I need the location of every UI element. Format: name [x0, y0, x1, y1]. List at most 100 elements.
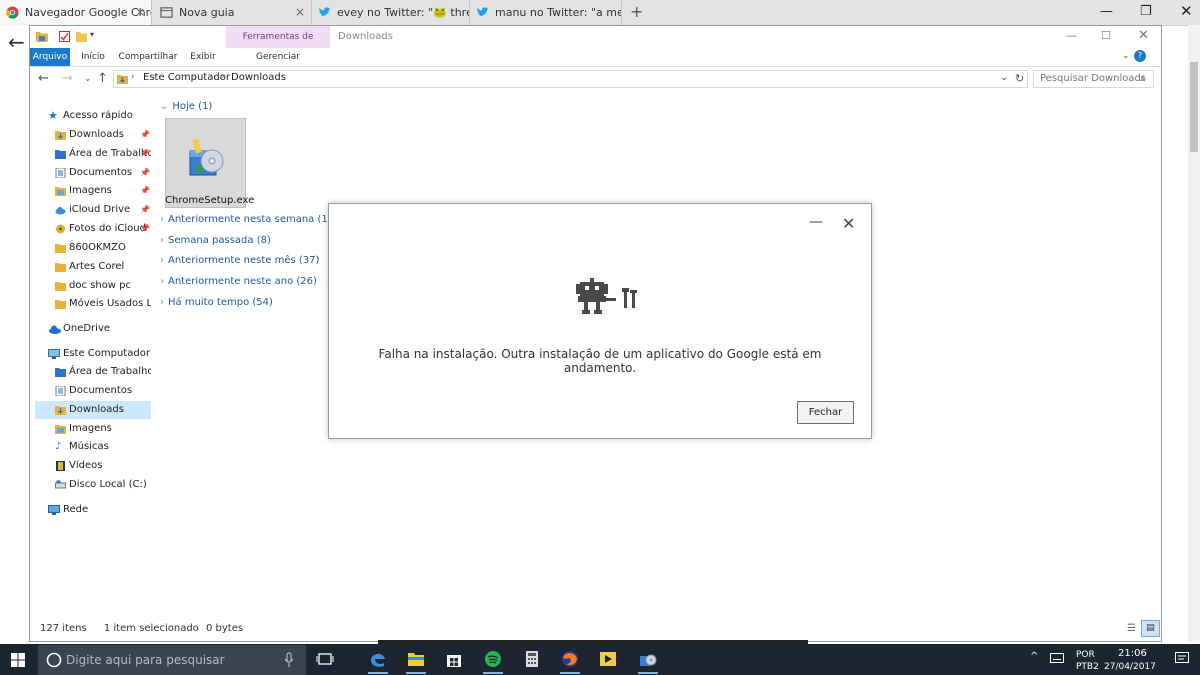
back-arrow-icon[interactable]: ← [8, 30, 25, 54]
nav-qa-doc-show-pc[interactable]: doc show pc [35, 277, 151, 295]
windows-start-icon[interactable] [11, 653, 25, 667]
group-neste-ano[interactable]: › Anteriormente neste ano (26) [160, 274, 317, 290]
group-muito-tempo[interactable]: › Há muito tempo (54) [160, 295, 273, 311]
calculator-icon[interactable] [523, 650, 541, 668]
breadcrumb-downloads[interactable]: Downloads [231, 72, 286, 83]
nav-pc-documentos[interactable]: Documentos [35, 382, 151, 400]
close-window-icon[interactable]: ✕ [1180, 2, 1193, 20]
download-folder-icon [117, 75, 128, 84]
nav-qa-documentos[interactable]: Documentos [35, 164, 151, 182]
file-name: ChromeSetup.exe [165, 195, 255, 206]
firefox-icon[interactable] [561, 650, 579, 668]
tab-arquivo[interactable]: Arquivo [30, 48, 70, 66]
explorer-back-icon[interactable]: ← [38, 71, 49, 86]
new-folder-icon[interactable] [76, 31, 87, 42]
properties-icon[interactable] [59, 31, 70, 42]
keyboard-layout[interactable]: PTB2 [1076, 662, 1099, 672]
tab-twitter-evey[interactable]: evey no Twitter: "🐸 thread: [312, 0, 470, 25]
pin-icon[interactable]: 📌 [140, 224, 150, 233]
tab-new-tab[interactable]: Nova guia × [154, 0, 312, 25]
large-icons-view-icon[interactable]: ▤ [1141, 620, 1160, 637]
photos-icon [56, 224, 65, 234]
group-neste-mes[interactable]: › Anteriormente neste mês (37) [160, 253, 319, 269]
nav-pc-imagens[interactable]: Imagens [35, 420, 151, 438]
nav-pc-downloads[interactable]: Downloads [35, 401, 151, 419]
nav-quick-access[interactable]: ★ Acesso rápido [35, 107, 151, 125]
minimize-icon[interactable]: — [1100, 4, 1113, 19]
nav-qa-moveis-usados[interactable]: Móveis Usados Laba [35, 295, 151, 313]
nav-pc-disco-local[interactable]: Disco Local (C:) [35, 476, 151, 494]
task-view-icon[interactable] [316, 650, 334, 668]
installer-icon[interactable] [639, 650, 657, 668]
media-player-icon[interactable] [599, 650, 617, 668]
pin-icon[interactable]: 📌 [140, 186, 150, 195]
explorer-maximize-icon[interactable]: ☐ [1101, 29, 1111, 42]
help-icon[interactable]: ? [1134, 50, 1146, 62]
nav-label: Imagens [69, 185, 112, 196]
group-nesta-semana[interactable]: › Anteriormente nesta semana (1) [160, 212, 332, 228]
scrollbar-thumb[interactable] [1190, 62, 1198, 152]
clock-time[interactable]: 21:06 [1118, 648, 1147, 659]
refresh-icon[interactable]: ↻ [1015, 72, 1024, 85]
address-dropdown-icon[interactable]: ⌄ [1000, 72, 1008, 83]
nav-pc-area-de-trabalho[interactable]: Área de Trabalho [35, 363, 151, 381]
tab-gerenciar[interactable]: Gerenciar [226, 48, 330, 66]
microphone-icon[interactable] [284, 652, 294, 668]
explorer-forward-icon[interactable]: → [62, 71, 73, 86]
store-icon[interactable] [445, 650, 463, 668]
pin-icon[interactable]: 📌 [140, 149, 150, 158]
nav-qa-fotos-icloud[interactable]: Fotos do iCloud [35, 220, 151, 238]
tab-inicio[interactable]: Início [74, 48, 112, 66]
pin-icon[interactable]: 📌 [140, 168, 150, 177]
up-level-icon[interactable]: ↑ [97, 71, 108, 86]
restore-icon[interactable]: ❐ [1140, 4, 1152, 19]
spotify-icon[interactable] [484, 650, 502, 668]
tab-title: manu no Twitter: "a meu de [495, 6, 621, 19]
nav-qa-artes-corel[interactable]: Artes Corel [35, 258, 151, 276]
close-tab-icon[interactable]: × [135, 5, 145, 19]
application-tools-context-tab[interactable]: Ferramentas de Aplicativo [226, 26, 330, 64]
nav-label: Acesso rápido [63, 110, 133, 121]
dialog-close-icon[interactable]: ✕ [842, 214, 855, 233]
explorer-close-icon[interactable]: ✕ [1138, 28, 1149, 43]
search-icon[interactable]: ⌕ [1140, 71, 1146, 87]
file-explorer-icon[interactable] [407, 650, 425, 668]
pin-icon[interactable]: 📌 [140, 205, 150, 214]
dialog-minimize-icon[interactable]: — [809, 214, 823, 230]
nav-este-computador[interactable]: Este Computador [35, 345, 151, 363]
nav-pc-videos[interactable]: Vídeos [35, 457, 151, 475]
nav-rede[interactable]: Rede [35, 501, 151, 519]
folder-icon[interactable] [36, 31, 48, 42]
nav-qa-imagens[interactable]: Imagens [35, 182, 151, 200]
search-input[interactable]: Pesquisar Downloads ⌕ [1033, 70, 1154, 88]
expand-ribbon-icon[interactable]: ⌄ [1122, 51, 1130, 61]
tab-compartilhar[interactable]: Compartilhar [118, 48, 178, 66]
recent-locations-icon[interactable]: ⌄ [84, 74, 92, 84]
pin-icon[interactable]: 📌 [140, 130, 150, 139]
tab-twitter-manu[interactable]: manu no Twitter: "a meu de [470, 0, 622, 25]
language-indicator[interactable]: POR [1076, 650, 1095, 660]
nav-qa-icloud-drive[interactable]: iCloud Drive [35, 201, 151, 219]
close-dialog-button[interactable]: Fechar [797, 401, 854, 424]
chevron-up-icon[interactable]: ^ [1030, 651, 1038, 662]
group-hoje[interactable]: ⌄ Hoje (1) [160, 99, 212, 115]
address-bar[interactable]: › Este Computador › Downloads ⌄ ↻ [113, 70, 1028, 88]
breadcrumb-este-computador[interactable]: Este Computador [143, 72, 230, 83]
nav-onedrive[interactable]: OneDrive [35, 320, 151, 338]
nav-pc-musicas[interactable]: ♪ Músicas [35, 438, 151, 456]
customize-toolbar-icon[interactable]: ▾ [90, 30, 94, 39]
nav-qa-area-de-trabalho[interactable]: Área de Trabalho [35, 145, 151, 163]
nav-qa-downloads[interactable]: Downloads [35, 126, 151, 144]
clock-date[interactable]: 27/04/2017 [1104, 662, 1156, 672]
nav-qa-860okmzo[interactable]: 860OKMZO [35, 239, 151, 257]
close-tab-icon[interactable]: × [295, 5, 305, 19]
tab-chrome-download[interactable]: Navegador Google Chro × [0, 0, 152, 25]
details-view-icon[interactable]: ☰ [1127, 623, 1136, 634]
explorer-minimize-icon[interactable]: — [1066, 29, 1077, 42]
group-semana-passada[interactable]: › Semana passada (8) [160, 233, 271, 249]
tab-exibir[interactable]: Exibir [184, 48, 222, 66]
new-tab-button[interactable]: + [630, 2, 643, 21]
keyboard-icon[interactable] [1050, 653, 1064, 663]
notifications-icon[interactable] [1175, 652, 1189, 665]
edge-icon[interactable] [369, 650, 387, 668]
